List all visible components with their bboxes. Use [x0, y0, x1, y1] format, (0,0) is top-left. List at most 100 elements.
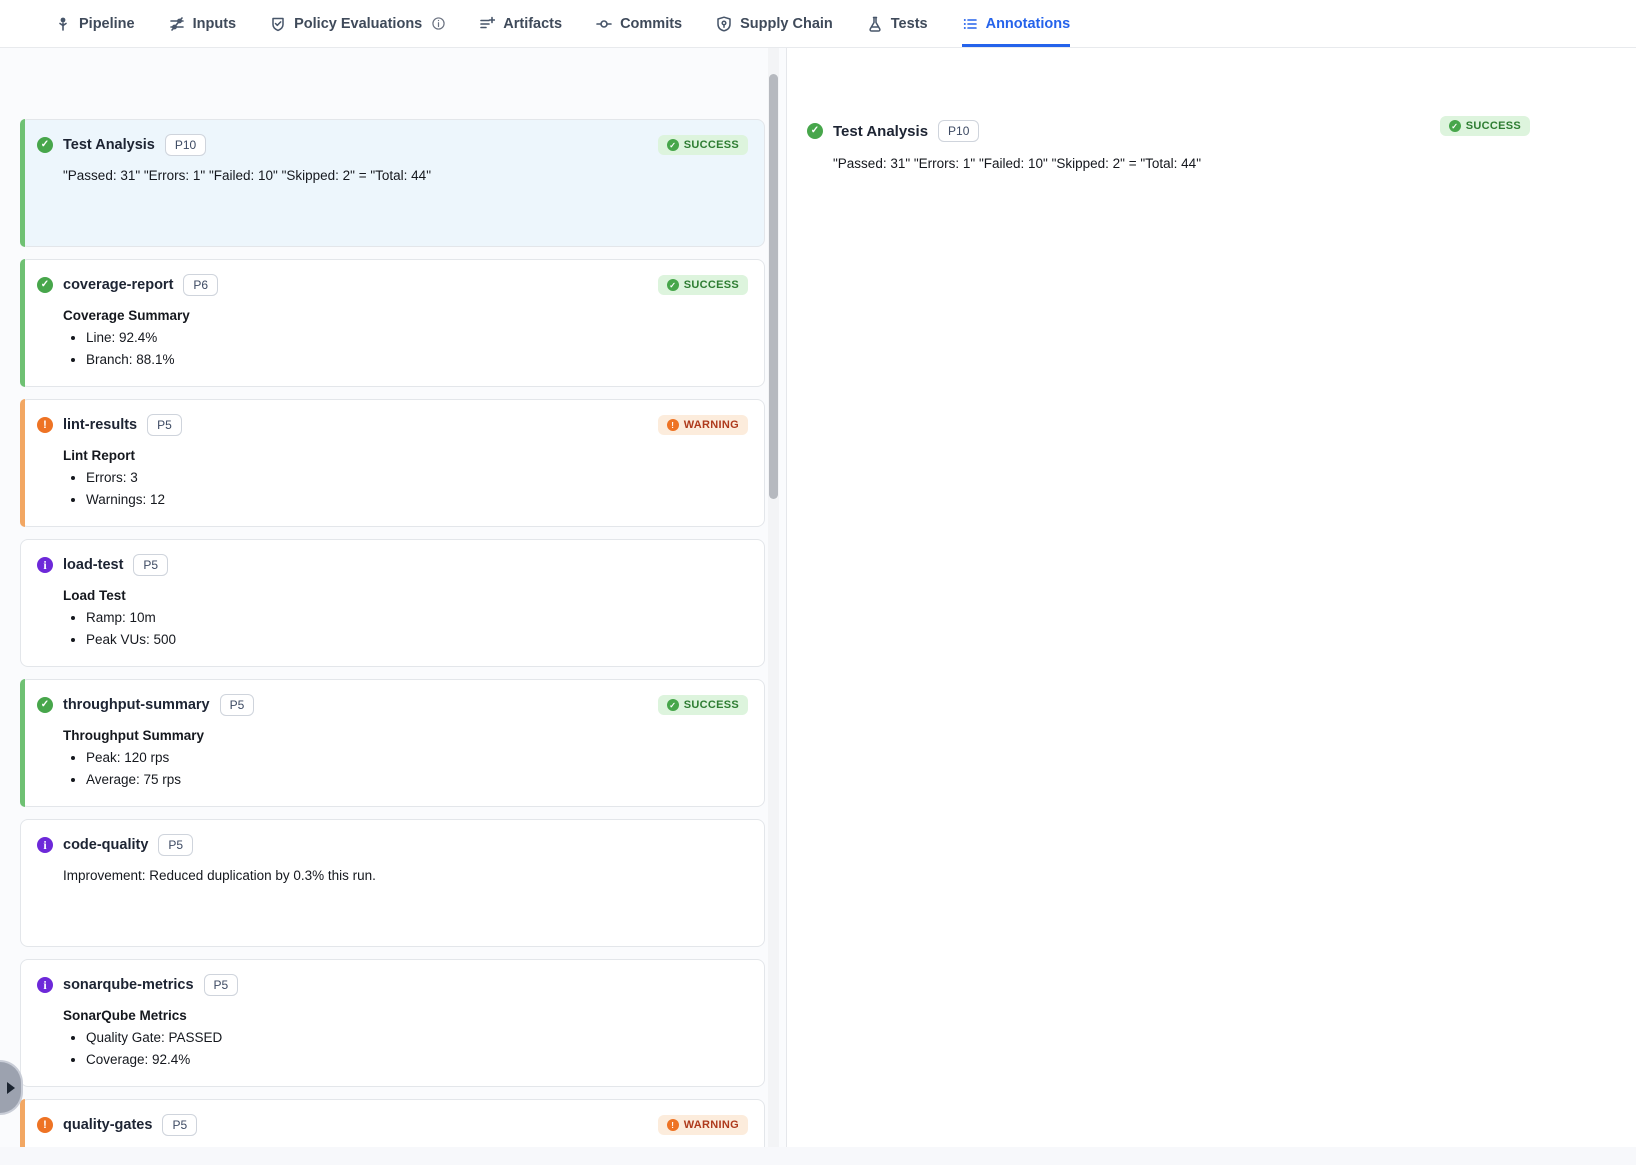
- status-badge: WARNING: [658, 1115, 748, 1135]
- annotation-heading: Lint Report: [63, 448, 748, 463]
- annotation-heading: Throughput Summary: [63, 728, 748, 743]
- annotation-title: code-quality: [63, 837, 148, 853]
- status-badge: SUCCESS: [658, 695, 748, 715]
- card-header: code-quality P5: [37, 834, 748, 856]
- tab-label: Tests: [891, 16, 928, 32]
- warning-icon: [37, 417, 53, 433]
- card-header: throughput-summary P5 SUCCESS: [37, 694, 748, 716]
- info-icon: [432, 17, 445, 30]
- annotation-card[interactable]: quality-gates P5 WARNING Quality Gates: [20, 1099, 765, 1147]
- card-body: Throughput Summary Peak: 120 rpsAverage:…: [63, 728, 748, 787]
- bullet-list: Ramp: 10mPeak VUs: 500: [63, 610, 748, 647]
- tab-label: Annotations: [986, 16, 1071, 32]
- bullet-item: Peak VUs: 500: [86, 632, 748, 647]
- annotation-title: coverage-report: [63, 277, 173, 293]
- bullet-item: Peak: 120 rps: [86, 750, 748, 765]
- tab-artifacts[interactable]: Artifacts: [479, 0, 562, 47]
- tab-label: Artifacts: [503, 16, 562, 32]
- card-body: Improvement: Reduced duplication by 0.3%…: [63, 868, 748, 883]
- card-header: load-test P5: [37, 554, 748, 576]
- annotation-title: throughput-summary: [63, 697, 210, 713]
- tab-policy-evaluations[interactable]: Policy Evaluations: [270, 0, 445, 47]
- info-icon: [37, 837, 53, 853]
- warning-icon: [37, 1117, 53, 1133]
- status-icon: [1449, 120, 1461, 132]
- annotation-detail-panel: Test Analysis P10 SUCCESS "Passed: 31" "…: [786, 48, 1636, 1147]
- bullet-item: Warnings: 12: [86, 492, 748, 507]
- shield-check-icon: [270, 16, 286, 32]
- annotation-card[interactable]: throughput-summary P5 SUCCESS Throughput…: [20, 679, 765, 807]
- annotation-card[interactable]: lint-results P5 WARNING Lint Report Erro…: [20, 399, 765, 527]
- card-header: coverage-report P6 SUCCESS: [37, 274, 748, 296]
- card-body: SonarQube Metrics Quality Gate: PASSEDCo…: [63, 1008, 748, 1067]
- info-icon: [37, 977, 53, 993]
- tab-label: Supply Chain: [740, 16, 833, 32]
- success-icon: [807, 123, 823, 139]
- card-body: Lint Report Errors: 3Warnings: 12: [63, 448, 748, 507]
- tab-supply-chain[interactable]: Supply Chain: [716, 0, 833, 47]
- annotation-text: Improvement: Reduced duplication by 0.3%…: [63, 868, 748, 883]
- priority-badge: P5: [158, 834, 193, 856]
- tab-label: Commits: [620, 16, 682, 32]
- shield-icon: [716, 16, 732, 32]
- detail-header: Test Analysis P10 SUCCESS: [807, 120, 1636, 142]
- annotation-card[interactable]: load-test P5 Load Test Ramp: 10mPeak VUs…: [20, 539, 765, 667]
- annotation-card[interactable]: code-quality P5 Improvement: Reduced dup…: [20, 819, 765, 947]
- bullet-item: Line: 92.4%: [86, 330, 748, 345]
- priority-badge: P5: [204, 974, 239, 996]
- list-plus-icon: [479, 16, 495, 32]
- card-body: Load Test Ramp: 10mPeak VUs: 500: [63, 588, 748, 647]
- tab-inputs[interactable]: Inputs: [169, 0, 237, 47]
- status-icon: [667, 139, 679, 151]
- tab-commits[interactable]: Commits: [596, 0, 682, 47]
- card-accent-bar: [20, 259, 25, 387]
- annotation-heading: Load Test: [63, 588, 748, 603]
- status-label: SUCCESS: [1466, 120, 1521, 132]
- annotation-text: "Passed: 31" "Errors: 1" "Failed: 10" "S…: [63, 168, 748, 183]
- annotation-card[interactable]: coverage-report P6 SUCCESS Coverage Summ…: [20, 259, 765, 387]
- status-icon: [667, 699, 679, 711]
- card-header: sonarqube-metrics P5: [37, 974, 748, 996]
- success-icon: [37, 697, 53, 713]
- card-accent-bar: [20, 1099, 25, 1147]
- tab-label: Policy Evaluations: [294, 16, 422, 32]
- card-accent-bar: [20, 399, 25, 527]
- status-icon: [667, 1119, 679, 1131]
- bullet-list: Line: 92.4% Branch: 88.1%: [63, 330, 748, 367]
- status-icon: [667, 419, 679, 431]
- status-label: WARNING: [684, 419, 739, 431]
- tab-tests[interactable]: Tests: [867, 0, 928, 47]
- priority-badge: P6: [183, 274, 218, 296]
- top-nav: Pipeline Inputs Policy Evaluations Artif…: [0, 0, 1636, 48]
- git-commit-icon: [596, 16, 612, 32]
- bullet-item: Coverage: 92.4%: [86, 1052, 748, 1067]
- bullet-list: Quality Gate: PASSED Coverage: 92.4%: [63, 1030, 748, 1067]
- tab-annotations[interactable]: Annotations: [962, 0, 1071, 47]
- status-badge: SUCCESS: [658, 275, 748, 295]
- card-header: quality-gates P5 WARNING: [37, 1114, 748, 1136]
- priority-badge: P10: [938, 120, 979, 142]
- annotations-page: Pipeline Inputs Policy Evaluations Artif…: [0, 0, 1636, 1165]
- detail-title: Test Analysis: [833, 123, 928, 140]
- page-bottom-strip: [0, 1147, 1636, 1165]
- tab-pipeline[interactable]: Pipeline: [55, 0, 135, 47]
- annotation-title: load-test: [63, 557, 123, 573]
- annotation-title: sonarqube-metrics: [63, 977, 194, 993]
- annotation-title: Test Analysis: [63, 137, 155, 153]
- bullet-list: Errors: 3Warnings: 12: [63, 470, 748, 507]
- annotation-card[interactable]: Test Analysis P10 SUCCESS "Passed: 31" "…: [20, 119, 765, 247]
- bullet-item: Quality Gate: PASSED: [86, 1030, 748, 1045]
- annotation-list: Test Analysis P10 SUCCESS "Passed: 31" "…: [20, 119, 765, 1147]
- tab-label: Inputs: [193, 16, 237, 32]
- annotation-title: lint-results: [63, 417, 137, 433]
- bullet-item: Branch: 88.1%: [86, 352, 748, 367]
- flask-icon: [867, 16, 883, 32]
- scrollbar-thumb[interactable]: [769, 74, 778, 499]
- annotation-card[interactable]: sonarqube-metrics P5 SonarQube Metrics Q…: [20, 959, 765, 1087]
- status-badge: SUCCESS: [658, 135, 748, 155]
- success-icon: [37, 277, 53, 293]
- priority-badge: P5: [147, 414, 182, 436]
- annotation-title: quality-gates: [63, 1117, 152, 1133]
- info-icon: [37, 557, 53, 573]
- chevron-right-icon: [7, 1082, 15, 1094]
